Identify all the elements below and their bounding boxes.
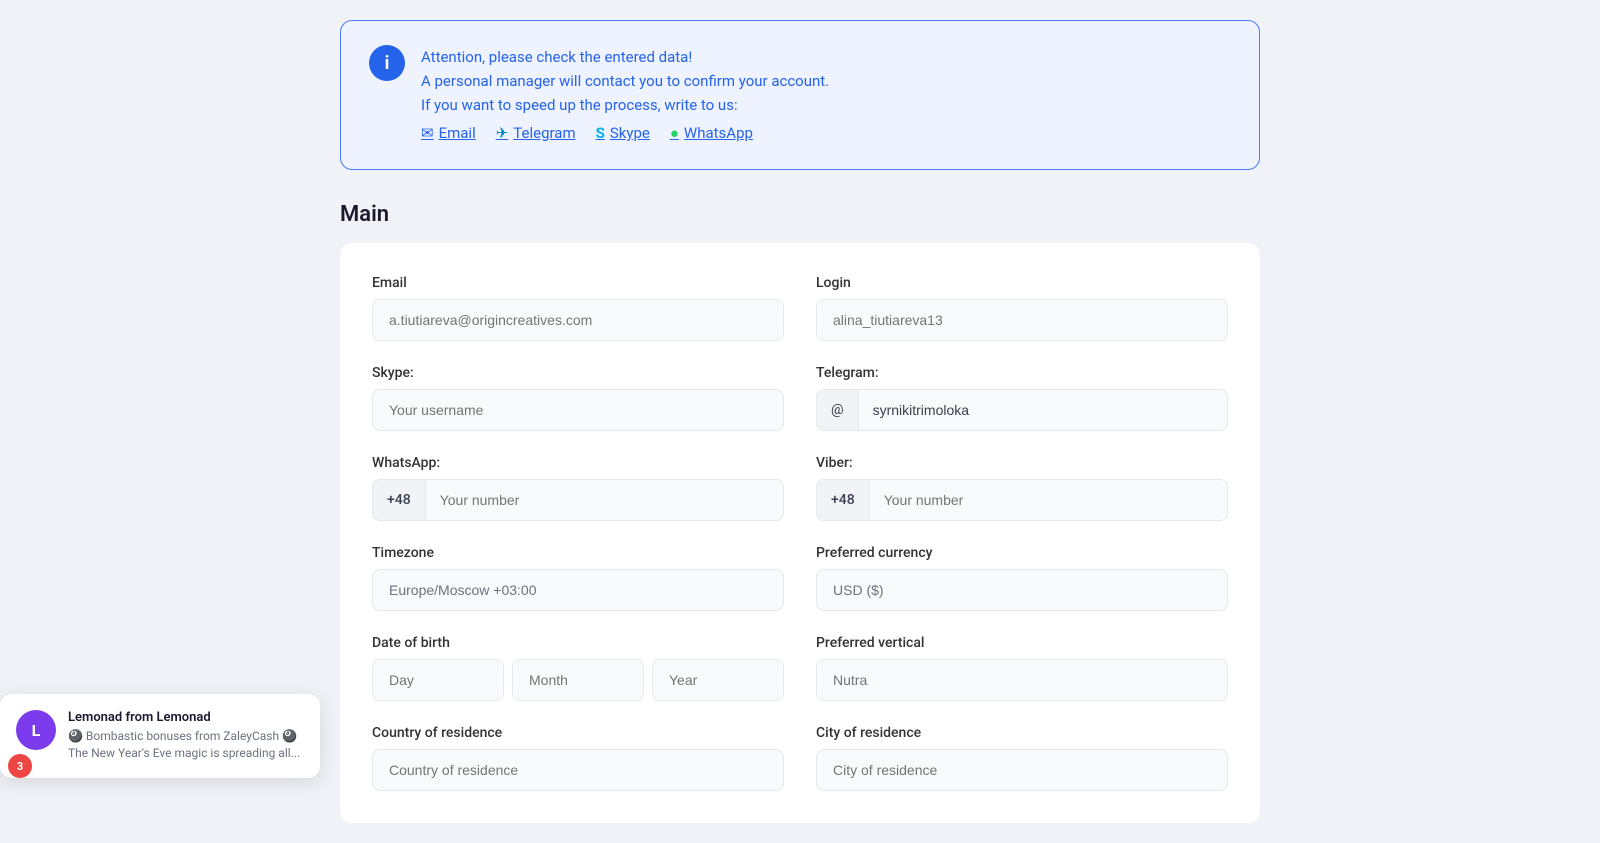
vertical-label: Preferred vertical xyxy=(816,635,1228,651)
telegram-link[interactable]: ✈ Telegram xyxy=(496,121,576,145)
email-group: Email xyxy=(372,275,784,341)
dob-group: Date of birth xyxy=(372,635,784,701)
alert-text: Attention, please check the entered data… xyxy=(421,45,829,145)
skype-input[interactable] xyxy=(372,389,784,431)
dob-inputs xyxy=(372,659,784,701)
timezone-group: Timezone xyxy=(372,545,784,611)
form-card: Email Login Skype: Telegram: @ xyxy=(340,243,1260,823)
dob-day-input[interactable] xyxy=(372,659,504,701)
whatsapp-icon: ● xyxy=(670,121,679,145)
notif-avatar: L xyxy=(16,710,56,750)
skype-group: Skype: xyxy=(372,365,784,431)
viber-prefix: +48 xyxy=(817,480,870,520)
notif-sender: Lemonad from Lemonad xyxy=(68,710,304,725)
viber-input-wrapper: +48 xyxy=(816,479,1228,521)
dob-label: Date of birth xyxy=(372,635,784,651)
alert-icon: i xyxy=(369,45,405,81)
city-label: City of residence xyxy=(816,725,1228,741)
email-link[interactable]: ✉ Email xyxy=(421,121,476,145)
telegram-input[interactable] xyxy=(859,390,1227,430)
skype-label: Skype: xyxy=(372,365,784,381)
vertical-input[interactable] xyxy=(816,659,1228,701)
whatsapp-link[interactable]: ● WhatsApp xyxy=(670,121,753,145)
login-label: Login xyxy=(816,275,1228,291)
alert-box: i Attention, please check the entered da… xyxy=(340,20,1260,170)
whatsapp-prefix: +48 xyxy=(373,480,426,520)
whatsapp-group: WhatsApp: +48 xyxy=(372,455,784,521)
country-group: Country of residence xyxy=(372,725,784,791)
country-label: Country of residence xyxy=(372,725,784,741)
telegram-prefix: @ xyxy=(817,390,859,430)
notification-popup[interactable]: L Lemonad from Lemonad 🎱 Bombastic bonus… xyxy=(0,694,320,778)
alert-line3: If you want to speed up the process, wri… xyxy=(421,93,829,117)
whatsapp-input-wrapper: +48 xyxy=(372,479,784,521)
notif-line1: 🎱 Bombastic bonuses from ZaleyCash 🎱 xyxy=(68,728,304,745)
notif-content: Lemonad from Lemonad 🎱 Bombastic bonuses… xyxy=(68,710,304,762)
currency-label: Preferred currency xyxy=(816,545,1228,561)
telegram-group: Telegram: @ xyxy=(816,365,1228,431)
whatsapp-label: WhatsApp: xyxy=(372,455,784,471)
telegram-input-wrapper: @ xyxy=(816,389,1228,431)
section-title: Main xyxy=(340,202,1260,227)
skype-link[interactable]: S Skype xyxy=(596,121,650,145)
viber-input[interactable] xyxy=(870,480,1227,520)
city-input[interactable] xyxy=(816,749,1228,791)
telegram-icon: ✈ xyxy=(496,121,509,145)
dob-year-input[interactable] xyxy=(652,659,784,701)
telegram-label: Telegram: xyxy=(816,365,1228,381)
city-group: City of residence xyxy=(816,725,1228,791)
email-input[interactable] xyxy=(372,299,784,341)
currency-input[interactable] xyxy=(816,569,1228,611)
alert-line2: A personal manager will contact you to c… xyxy=(421,69,829,93)
login-group: Login xyxy=(816,275,1228,341)
vertical-group: Preferred vertical xyxy=(816,635,1228,701)
login-input[interactable] xyxy=(816,299,1228,341)
dob-month-input[interactable] xyxy=(512,659,644,701)
whatsapp-input[interactable] xyxy=(426,480,783,520)
email-label: Email xyxy=(372,275,784,291)
viber-group: Viber: +48 xyxy=(816,455,1228,521)
notification-badge: 3 xyxy=(8,754,32,778)
currency-group: Preferred currency xyxy=(816,545,1228,611)
alert-line1: Attention, please check the entered data… xyxy=(421,45,829,69)
timezone-label: Timezone xyxy=(372,545,784,561)
country-input[interactable] xyxy=(372,749,784,791)
skype-icon: S xyxy=(596,121,605,145)
viber-label: Viber: xyxy=(816,455,1228,471)
timezone-input[interactable] xyxy=(372,569,784,611)
notif-line2: The New Year's Eve magic is spreading al… xyxy=(68,745,304,762)
email-icon: ✉ xyxy=(421,121,434,145)
